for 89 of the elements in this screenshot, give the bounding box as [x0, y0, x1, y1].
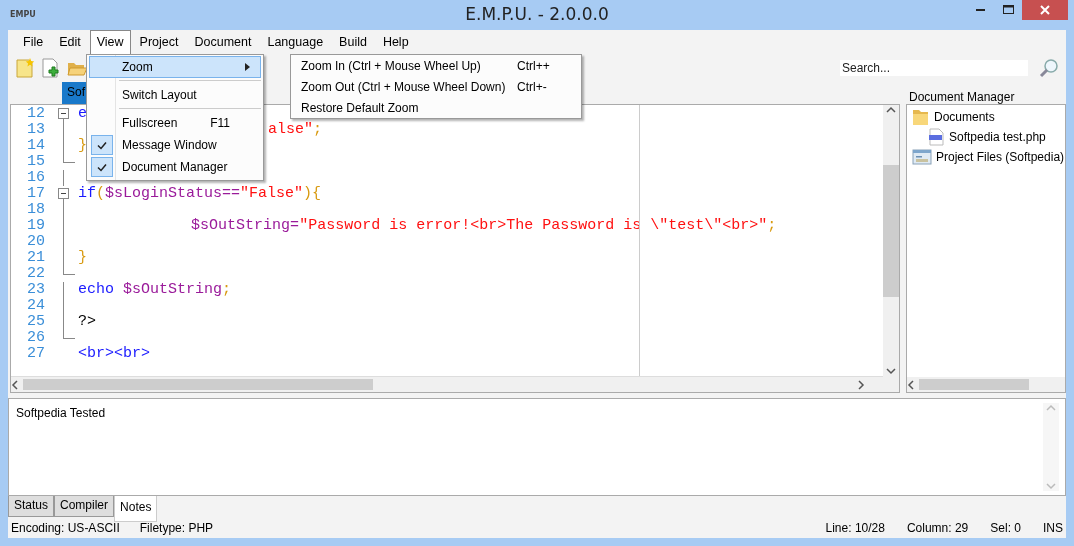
menu-item[interactable]: Document [187, 30, 259, 54]
tree-item[interactable]: Softpedia test.php [949, 130, 1046, 144]
line-number: 16 [27, 170, 46, 186]
menu-item[interactable]: Zoom Out (Ctrl + Mouse Wheel Down) [301, 79, 517, 94]
menu-item[interactable]: Fullscreen F11 [89, 112, 261, 134]
code-line: } [78, 250, 87, 266]
search-field[interactable]: Search... [840, 60, 1028, 76]
menu-item[interactable]: Edit [52, 30, 88, 54]
menu-item[interactable]: Help [375, 30, 416, 54]
code-line: e [78, 106, 87, 122]
line-number: 27 [27, 346, 46, 362]
menu-item[interactable]: Build [332, 30, 374, 54]
line-number: 20 [27, 234, 46, 250]
search-button[interactable] [1038, 57, 1060, 79]
menu-item[interactable]: Project [132, 30, 186, 54]
line-number: 23 [27, 282, 46, 298]
status-text: Sel: 0 [990, 521, 1021, 535]
line-number: 19 [27, 218, 46, 234]
tree-item[interactable]: Project Files (Softpedia) [936, 150, 1065, 164]
line-number: 24 [27, 298, 46, 314]
scroll-left-icon [907, 379, 915, 390]
code-line: if($sLoginStatus=="False"){ [78, 186, 322, 202]
menu-item[interactable]: Switch Layout [89, 84, 261, 106]
check-icon [97, 140, 107, 150]
shortcut-text: Ctrl++ [517, 58, 551, 73]
code-line: echo $sOutString; [78, 282, 232, 298]
menu-item[interactable]: Restore Default Zoom [301, 100, 517, 115]
scroll-down-icon [886, 366, 896, 376]
check-box[interactable] [91, 157, 113, 177]
status-text: Encoding: US-ASCII [11, 521, 120, 535]
status-text: Filetype: PHP [139, 521, 214, 535]
scroll-right-icon [857, 379, 865, 390]
menu-item[interactable]: File [16, 30, 51, 54]
search-icon [1039, 58, 1059, 78]
line-number: 26 [27, 330, 46, 346]
status-text: INS [1043, 521, 1063, 535]
message-text: Softpedia Tested [16, 406, 106, 420]
status-text: Line: 10/28 [825, 521, 885, 535]
horizontal-scrollbar[interactable] [907, 377, 1065, 392]
code-line: alse"; [268, 122, 323, 138]
shortcut-text: F11 [210, 116, 230, 130]
panel-tab[interactable]: Status [8, 496, 55, 517]
add-file-icon [41, 58, 61, 78]
menu-item[interactable]: Message Window [89, 134, 261, 156]
minimize-icon [975, 9, 985, 11]
line-number: 17 [27, 186, 46, 202]
menu-item[interactable]: Document Manager [89, 156, 261, 178]
code-line: } [78, 138, 87, 154]
close-icon [1040, 5, 1050, 15]
line-number: 13 [27, 122, 46, 138]
project-icon [912, 148, 932, 166]
line-number: 25 [27, 314, 46, 330]
submenu-arrow-icon [245, 63, 250, 71]
line-number: 21 [27, 250, 46, 266]
vertical-scrollbar[interactable] [883, 105, 899, 392]
document-tab[interactable]: Sof [62, 82, 88, 104]
menu-item[interactable]: Zoom In (Ctrl + Mouse Wheel Up) [301, 58, 517, 73]
menu-item[interactable]: View [89, 30, 131, 54]
line-number: 15 [27, 154, 46, 170]
shortcut-text: Ctrl+- [517, 79, 548, 94]
code-line: <br><br> [78, 346, 150, 362]
window-title: E.M.P.U. - 2.0.0.0 [465, 4, 609, 24]
folder-icon [912, 108, 930, 126]
scroll-up-icon [1046, 403, 1056, 413]
line-number: 12 [27, 106, 46, 122]
add-file-button[interactable] [40, 57, 62, 79]
horizontal-scrollbar[interactable] [11, 376, 883, 392]
panel-tab[interactable]: Notes [114, 496, 158, 522]
line-number: 18 [27, 202, 46, 218]
vertical-scrollbar[interactable] [1043, 403, 1059, 491]
panel-tab[interactable]: Compiler [54, 496, 115, 517]
maximize-icon [1002, 5, 1014, 15]
app-logo: EMPU [10, 10, 36, 19]
tree-item[interactable]: Documents [934, 110, 995, 124]
scroll-down-icon [1046, 481, 1056, 491]
scroll-up-icon [886, 105, 896, 115]
check-box[interactable] [91, 135, 113, 155]
status-text: Column: 29 [906, 521, 969, 535]
panel-title: Document Manager [909, 90, 1015, 104]
line-number: 14 [27, 138, 46, 154]
php-file-icon [927, 128, 945, 146]
close-button[interactable] [1022, 0, 1068, 20]
check-icon [97, 162, 107, 172]
menu-item[interactable]: Language [260, 30, 331, 54]
scroll-left-icon [11, 379, 19, 390]
line-number: 22 [27, 266, 46, 282]
menu-item[interactable]: Zoom [89, 56, 261, 78]
code-line: ?> [78, 314, 96, 330]
new-file-icon [15, 58, 35, 78]
